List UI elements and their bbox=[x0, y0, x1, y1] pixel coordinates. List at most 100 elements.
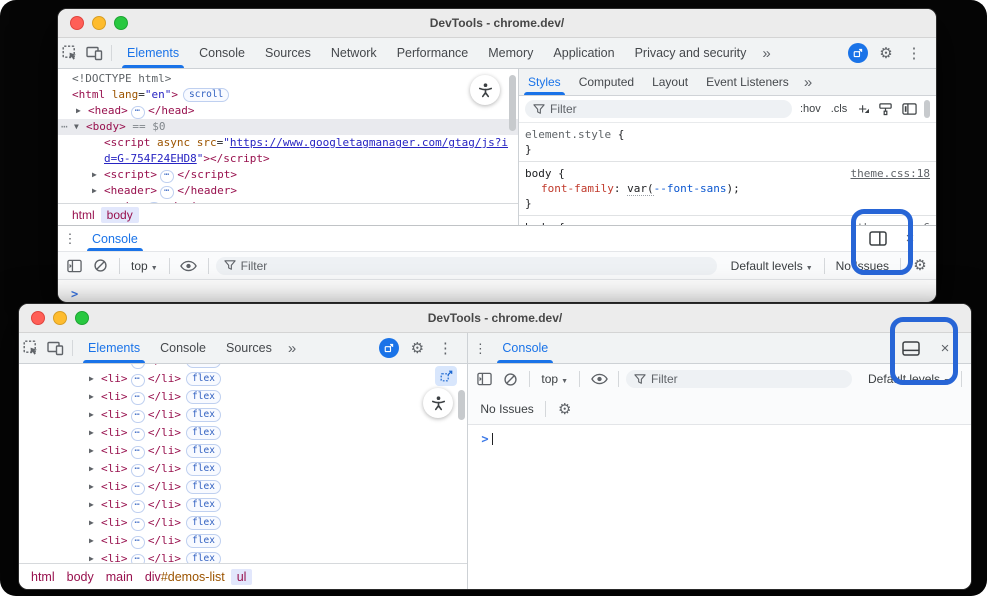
tab-sources[interactable]: Sources bbox=[216, 334, 282, 363]
expand-arrow-icon[interactable]: ▶ bbox=[89, 514, 101, 532]
kebab-menu-icon[interactable]: ⋮ bbox=[468, 336, 492, 360]
inline-expand-icon[interactable]: ⋯ bbox=[131, 482, 145, 495]
expand-arrow-icon[interactable]: ▶ bbox=[89, 370, 101, 388]
context-selector[interactable]: top▼ bbox=[537, 372, 572, 386]
tab-elements[interactable]: Elements bbox=[117, 39, 189, 68]
inline-expand-icon[interactable]: ⋯ bbox=[131, 106, 145, 119]
dom-tree-node[interactable]: ▶<li>⋯</li>flex bbox=[19, 532, 467, 550]
scrollbar-thumb[interactable] bbox=[509, 75, 516, 131]
cast-icon[interactable] bbox=[377, 336, 401, 360]
titlebar[interactable]: DevTools - chrome.dev/ bbox=[19, 304, 971, 333]
dom-tree-node[interactable]: ▶<li>⋯</li>flex bbox=[19, 460, 467, 478]
rendering-emulation-icon[interactable] bbox=[876, 97, 894, 121]
console-filter-input[interactable]: Filter bbox=[216, 257, 717, 275]
inline-expand-icon[interactable]: ⋯ bbox=[131, 428, 145, 441]
css-rule-element-style[interactable]: element.style { } bbox=[519, 123, 936, 162]
default-levels-dropdown[interactable]: Default levels▼ bbox=[727, 259, 817, 273]
dom-tree-node[interactable]: d=G-754F24EHD8"></script> bbox=[58, 151, 518, 167]
dom-tree-node[interactable]: ▶<li>⋯</li>flex bbox=[19, 388, 467, 406]
styles-tab-styles[interactable]: Styles bbox=[519, 70, 570, 95]
dom-tree-node[interactable]: ▶<li>⋯</li>flex bbox=[19, 496, 467, 514]
settings-gear-icon[interactable]: ⚙ bbox=[874, 41, 898, 65]
console-prompt[interactable]: > bbox=[468, 425, 971, 446]
dom-tree-node[interactable]: <script async src="https://www.googletag… bbox=[58, 135, 518, 151]
flex-badge[interactable]: flex bbox=[186, 462, 221, 476]
cast-icon[interactable] bbox=[846, 41, 870, 65]
styles-tab-layout[interactable]: Layout bbox=[643, 70, 697, 95]
inline-expand-icon[interactable]: ⋯ bbox=[147, 202, 161, 203]
more-tabs-icon[interactable]: » bbox=[282, 340, 302, 357]
dom-tree-node[interactable]: ▶<li>⋯</li>flex bbox=[19, 370, 467, 388]
dom-tree-node[interactable]: ▶<li>⋯</li>flex bbox=[19, 478, 467, 496]
flex-badge[interactable]: flex bbox=[186, 364, 221, 368]
breadcrumb-item-html[interactable]: html bbox=[66, 207, 101, 223]
dom-tree-node[interactable]: ▶<script>⋯</script> bbox=[58, 167, 518, 183]
titlebar[interactable]: DevTools - chrome.dev/ bbox=[58, 9, 936, 38]
dom-tree-node[interactable]: ▶<li>⋯</li>flex bbox=[19, 442, 467, 460]
inline-expand-icon[interactable]: ⋯ bbox=[131, 464, 145, 477]
breadcrumb-item-ul[interactable]: ul bbox=[231, 569, 253, 585]
inline-expand-icon[interactable]: ⋯ bbox=[131, 500, 145, 513]
breadcrumb-item-main[interactable]: main bbox=[100, 569, 139, 585]
scrollbar-thumb[interactable] bbox=[458, 390, 465, 420]
flex-badge[interactable]: flex bbox=[186, 390, 221, 404]
tab-performance[interactable]: Performance bbox=[387, 39, 479, 68]
class-toggle[interactable]: .cls bbox=[829, 103, 850, 115]
console-sidebar-icon[interactable] bbox=[472, 367, 496, 391]
live-expression-eye-icon[interactable] bbox=[177, 254, 201, 278]
scroll-badge[interactable]: scroll bbox=[183, 88, 229, 102]
new-style-rule-icon[interactable]: + bbox=[855, 101, 870, 118]
more-tabs-icon[interactable]: » bbox=[756, 45, 776, 62]
inline-expand-icon[interactable]: ⋯ bbox=[131, 392, 145, 405]
flex-badge[interactable]: flex bbox=[186, 516, 221, 530]
expand-arrow-icon[interactable]: ▶ bbox=[89, 460, 101, 478]
flex-badge[interactable]: flex bbox=[186, 534, 221, 548]
expand-arrow-icon[interactable]: ▶ bbox=[89, 478, 101, 496]
expand-arrow-icon[interactable]: ▶ bbox=[92, 167, 104, 183]
more-tabs-icon[interactable]: » bbox=[798, 74, 818, 91]
flex-badge[interactable]: flex bbox=[186, 372, 221, 386]
stylesheet-link[interactable]: theme.css:18 bbox=[851, 166, 930, 181]
expand-arrow-icon[interactable]: ▶ bbox=[89, 388, 101, 406]
tab-application[interactable]: Application bbox=[543, 39, 624, 68]
flex-badge[interactable]: flex bbox=[186, 552, 221, 563]
expand-arrow-icon[interactable]: ▶ bbox=[89, 496, 101, 514]
tab-privacy-and-security[interactable]: Privacy and security bbox=[625, 39, 757, 68]
flex-badge[interactable]: flex bbox=[186, 480, 221, 494]
expand-arrow-icon[interactable]: ▶ bbox=[89, 424, 101, 442]
hover-state-toggle[interactable]: :hov bbox=[798, 103, 823, 115]
kebab-menu-icon[interactable]: ⋮ bbox=[58, 227, 82, 251]
dom-tree-node[interactable]: ▶<li>⋯</li>flex bbox=[19, 424, 467, 442]
accessibility-icon[interactable] bbox=[470, 75, 500, 105]
clear-console-icon[interactable] bbox=[88, 254, 112, 278]
tab-console[interactable]: Console bbox=[189, 39, 255, 68]
inline-expand-icon[interactable]: ⋯ bbox=[131, 374, 145, 387]
inline-expand-icon[interactable]: ⋯ bbox=[131, 446, 145, 459]
breadcrumb-item-body[interactable]: body bbox=[61, 569, 100, 585]
inline-expand-icon[interactable]: ⋯ bbox=[131, 536, 145, 549]
expand-arrow-icon[interactable]: ▶ bbox=[92, 199, 104, 203]
tab-network[interactable]: Network bbox=[321, 39, 387, 68]
device-toolbar-icon[interactable] bbox=[82, 41, 106, 65]
styles-tab-computed[interactable]: Computed bbox=[570, 70, 643, 95]
device-toolbar-icon[interactable] bbox=[43, 336, 67, 360]
console-settings-gear-icon[interactable]: ⚙ bbox=[553, 397, 577, 421]
settings-gear-icon[interactable]: ⚙ bbox=[405, 336, 429, 360]
live-expression-eye-icon[interactable] bbox=[587, 367, 611, 391]
dom-tree-node[interactable]: ▶<main>⋯</main> bbox=[58, 199, 518, 203]
inspect-icon[interactable] bbox=[58, 41, 82, 65]
flex-badge[interactable]: flex bbox=[186, 444, 221, 458]
kebab-menu-icon[interactable]: ⋮ bbox=[902, 41, 926, 65]
breadcrumb-item-div-demos-list[interactable]: div#demos-list bbox=[139, 569, 231, 585]
inline-expand-icon[interactable]: ⋯ bbox=[160, 186, 174, 199]
flex-badge[interactable]: flex bbox=[186, 408, 221, 422]
clear-console-icon[interactable] bbox=[498, 367, 522, 391]
element-capture-icon[interactable] bbox=[435, 366, 457, 386]
css-var-link[interactable]: --font-sans bbox=[654, 182, 727, 195]
expand-arrow-icon[interactable]: ▶ bbox=[92, 183, 104, 199]
css-property-name[interactable]: font-family bbox=[541, 182, 614, 195]
scrollbar-thumb[interactable] bbox=[924, 100, 930, 118]
node-menu-dots-icon[interactable]: ⋯ bbox=[61, 119, 69, 135]
expand-arrow-icon[interactable]: ▶ bbox=[76, 103, 88, 119]
no-issues-label[interactable]: No Issues bbox=[472, 402, 537, 416]
